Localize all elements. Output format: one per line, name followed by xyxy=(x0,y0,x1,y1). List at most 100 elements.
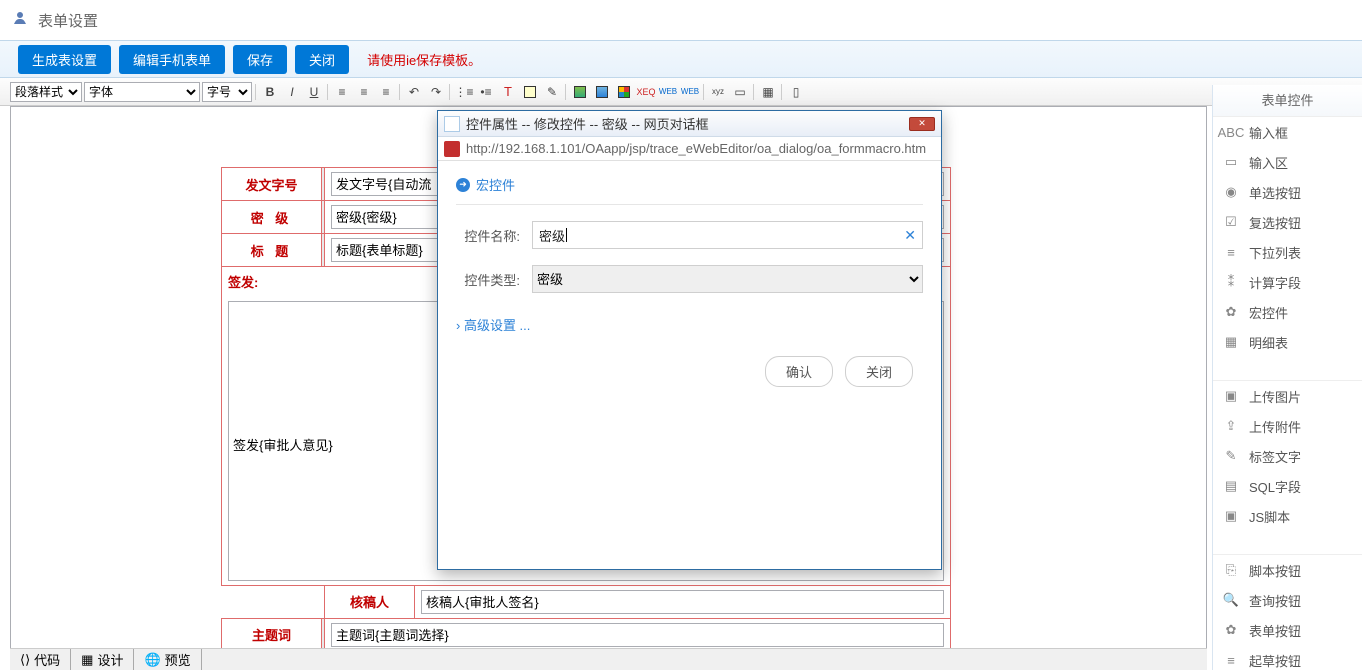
side-item-宏控件[interactable]: ✿宏控件 xyxy=(1213,297,1362,327)
tab-design[interactable]: ▦设计 xyxy=(71,649,134,670)
side-item-单选按钮[interactable]: ◉单选按钮 xyxy=(1213,177,1362,207)
side-item-label: 上传附件 xyxy=(1249,417,1301,436)
side-item-上传附件[interactable]: ⇪上传附件 xyxy=(1213,411,1362,441)
bold-icon[interactable]: B xyxy=(260,83,280,101)
bullet-list-icon[interactable]: •≡ xyxy=(476,83,496,101)
side-item-复选按钮[interactable]: ☑ 复选按钮 xyxy=(1213,207,1362,237)
ext1-icon[interactable]: XEQ xyxy=(636,83,656,101)
side-item-icon: 🔍 xyxy=(1223,592,1239,608)
font-family-select[interactable]: 字体 xyxy=(84,82,200,102)
dialog-window-icon xyxy=(444,116,460,132)
side-item-icon: ≡ xyxy=(1223,244,1239,260)
subject-field[interactable]: 主题词{主题词选择} xyxy=(331,623,944,647)
side-item-明细表[interactable]: ▦ 明细表 xyxy=(1213,327,1362,357)
side-item-查询按钮[interactable]: 🔍 查询按钮 xyxy=(1213,585,1362,615)
page-icon[interactable]: ▯ xyxy=(786,83,806,101)
image2-icon[interactable] xyxy=(592,83,612,101)
control-name-input[interactable]: 密级 ✕ xyxy=(532,221,923,249)
side-item-label: 明细表 xyxy=(1249,333,1288,352)
side-item-计算字段[interactable]: ⁑计算字段 xyxy=(1213,267,1362,297)
side-item-label: 下拉列表 xyxy=(1249,243,1301,262)
side-item-标签文字[interactable]: ✎ 标签文字 xyxy=(1213,441,1362,471)
align-right-icon[interactable]: ≡ xyxy=(376,83,396,101)
dialog-close-button[interactable]: 关闭 xyxy=(845,356,913,387)
side-item-icon: ✎ xyxy=(1223,448,1239,464)
side-item-icon: ✿ xyxy=(1223,622,1239,638)
dialog-close-x[interactable]: ✕ xyxy=(909,117,935,131)
dialog-url-text: http://192.168.1.101/OAapp/jsp/trace_eWe… xyxy=(466,141,926,156)
side-item-label: SQL字段 xyxy=(1249,477,1301,496)
dialog-confirm-button[interactable]: 确认 xyxy=(765,356,833,387)
side-item-JS脚本[interactable]: ▣JS脚本 xyxy=(1213,501,1362,531)
arrow-icon: ➜ xyxy=(456,178,470,192)
side-item-SQL字段[interactable]: ▤ SQL字段 xyxy=(1213,471,1362,501)
main-toolbar: 生成表设置 编辑手机表单 保存 关闭 请使用ie保存模板。 xyxy=(0,40,1362,78)
view-tabs: ⟨⟩代码 ▦设计 🌐预览 xyxy=(10,648,1207,670)
web2-icon[interactable]: WEB xyxy=(680,83,700,101)
side-item-label: 复选按钮 xyxy=(1249,213,1301,232)
text-color-icon[interactable]: T xyxy=(498,83,518,101)
numbered-list-icon[interactable]: ⋮≡ xyxy=(454,83,474,101)
paragraph-style-select[interactable]: 段落样式 xyxy=(10,82,82,102)
side-item-输入区[interactable]: ▭输入区 xyxy=(1213,147,1362,177)
control-type-label: 控件类型: xyxy=(456,270,520,289)
italic-icon[interactable]: I xyxy=(282,83,302,101)
page-title: 表单设置 xyxy=(38,10,98,31)
edit-mobile-form-button[interactable]: 编辑手机表单 xyxy=(119,45,225,74)
side-item-label: 上传图片 xyxy=(1249,387,1301,406)
side-item-icon: ▭ xyxy=(1223,154,1239,170)
side-item-label: 表单按钮 xyxy=(1249,621,1301,640)
save-button[interactable]: 保存 xyxy=(233,45,287,74)
dialog-section-head: ➜ 宏控件 xyxy=(456,175,923,205)
side-item-icon: ◉ xyxy=(1223,184,1239,200)
side-item-icon: ▣ xyxy=(1223,508,1239,524)
web-icon[interactable]: WEB xyxy=(658,83,678,101)
side-item-输入框[interactable]: ABC输入框 xyxy=(1213,117,1362,147)
dialog-url-bar: http://192.168.1.101/OAapp/jsp/trace_eWe… xyxy=(438,137,941,161)
font-size-select[interactable]: 字号 xyxy=(202,82,252,102)
side-item-label: 起草按钮 xyxy=(1249,651,1301,670)
design-tab-icon: ▦ xyxy=(81,652,93,668)
tab-preview[interactable]: 🌐预览 xyxy=(134,649,201,670)
side-item-脚本按钮[interactable]: ⎘脚本按钮 xyxy=(1213,555,1362,585)
advanced-settings-link[interactable]: › 高级设置 ... xyxy=(456,315,530,334)
underline-icon[interactable]: U xyxy=(304,83,324,101)
table-icon[interactable]: ▦ xyxy=(758,83,778,101)
code-icon[interactable]: xyz xyxy=(708,83,728,101)
clear-input-icon[interactable]: ✕ xyxy=(904,227,916,244)
side-item-icon: ☑ xyxy=(1223,214,1239,230)
control-properties-dialog: 控件属性 -- 修改控件 -- 密级 -- 网页对话框 ✕ http://192… xyxy=(437,110,942,570)
side-item-icon: ▤ xyxy=(1223,478,1239,494)
brush-icon[interactable]: ✎ xyxy=(542,83,562,101)
generate-table-button[interactable]: 生成表设置 xyxy=(18,45,111,74)
side-item-下拉列表[interactable]: ≡ 下拉列表 xyxy=(1213,237,1362,267)
editor-toolbar: 段落样式 字体 字号 B I U ≡ ≡ ≡ ↶ ↷ ⋮≡ •≡ T ✎ XEQ… xyxy=(0,78,1362,106)
align-center-icon[interactable]: ≡ xyxy=(354,83,374,101)
image-icon[interactable] xyxy=(570,83,590,101)
control-type-select[interactable]: 密级 xyxy=(532,265,923,293)
select-icon[interactable]: ▭ xyxy=(730,83,750,101)
secret-label: 密 级 xyxy=(222,201,322,234)
controls-panel-title: 表单控件 xyxy=(1213,85,1362,117)
side-item-label: 标签文字 xyxy=(1249,447,1301,466)
side-item-label: 查询按钮 xyxy=(1249,591,1301,610)
side-item-表单按钮[interactable]: ✿ 表单按钮 xyxy=(1213,615,1362,645)
windows-icon[interactable] xyxy=(614,83,634,101)
drafter-field[interactable]: 核稿人{审批人签名} xyxy=(421,590,944,614)
redo-icon[interactable]: ↷ xyxy=(426,83,446,101)
side-item-icon: ▦ xyxy=(1223,334,1239,350)
bg-color-icon[interactable] xyxy=(520,83,540,101)
code-tab-icon: ⟨⟩ xyxy=(20,652,30,668)
side-item-上传图片[interactable]: ▣上传图片 xyxy=(1213,381,1362,411)
undo-icon[interactable]: ↶ xyxy=(404,83,424,101)
ie-warning-text: 请使用ie保存模板。 xyxy=(367,50,481,69)
dialog-title-text: 控件属性 -- 修改控件 -- 密级 -- 网页对话框 xyxy=(466,114,709,133)
dialog-titlebar[interactable]: 控件属性 -- 修改控件 -- 密级 -- 网页对话框 ✕ xyxy=(438,111,941,137)
controls-panel: 表单控件 ABC输入框▭输入区◉单选按钮☑复选按钮≡下拉列表⁑计算字段✿宏控件▦… xyxy=(1212,85,1362,670)
drafter-label: 核稿人 xyxy=(325,585,415,618)
align-left-icon[interactable]: ≡ xyxy=(332,83,352,101)
side-item-起草按钮[interactable]: ≡起草按钮 xyxy=(1213,645,1362,670)
tab-code[interactable]: ⟨⟩代码 xyxy=(10,649,71,670)
doc-number-label: 发文字号 xyxy=(222,168,322,201)
close-button[interactable]: 关闭 xyxy=(295,45,349,74)
